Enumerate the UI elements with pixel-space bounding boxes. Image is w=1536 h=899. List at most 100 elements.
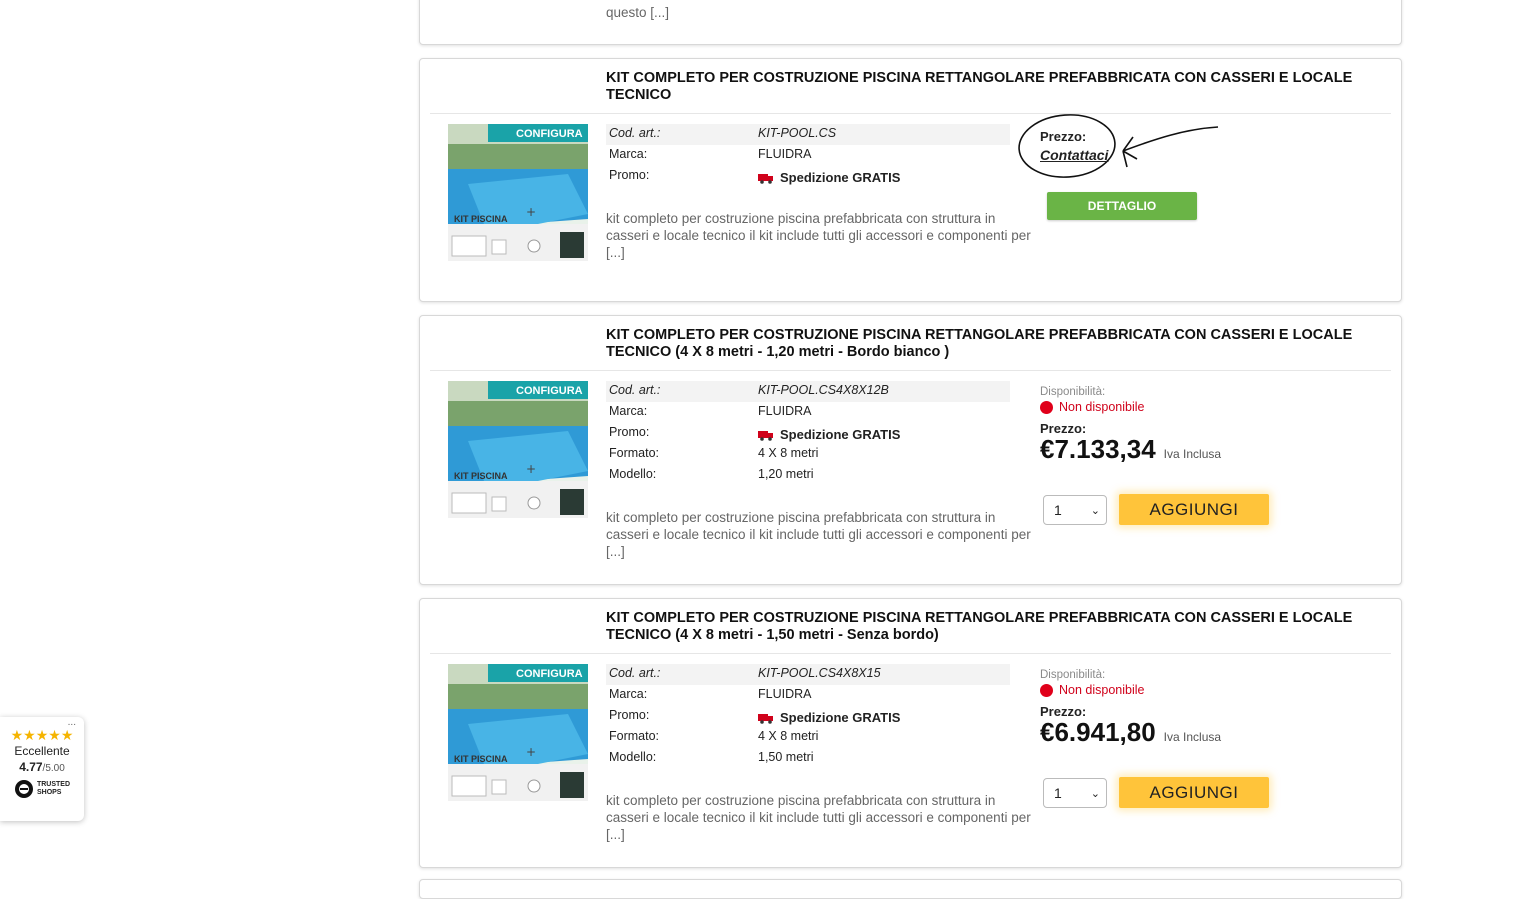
divider: [430, 653, 1391, 654]
spec-value-brand: FLUIDRA: [758, 404, 812, 418]
availability-text: Non disponibile: [1059, 683, 1145, 697]
availability-label: Disponibilità:: [1040, 386, 1106, 398]
spec-value-format: 4 X 8 metri: [758, 446, 819, 460]
trusted-shops-e-icon: [14, 780, 33, 798]
vat-label: Iva Inclusa: [1163, 447, 1222, 461]
spec-label-code: Cod. art.:: [609, 666, 661, 680]
price-block: Disponibilità: Non disponibile Prezzo: €…: [1040, 669, 1221, 748]
spec-value-brand: FLUIDRA: [758, 147, 812, 161]
contact-link[interactable]: Contattaci: [1040, 147, 1108, 163]
spec-label-promo: Promo:: [609, 425, 650, 439]
spec-row-code: Cod. art.: KIT-POOL.CS4X8X15: [606, 664, 1010, 685]
price-row: €6.941,80 Iva Inclusa: [1040, 717, 1221, 748]
spec-row-code: Cod. art.: KIT-POOL.CS4X8X12B: [606, 381, 1010, 402]
truck-icon: [758, 431, 773, 441]
vat-label: Iva Inclusa: [1163, 730, 1222, 744]
menu-dots-icon[interactable]: ...: [68, 717, 76, 728]
spec-row-brand: Marca: FLUIDRA: [606, 145, 1010, 166]
spec-label-brand: Marca:: [609, 147, 648, 161]
promo-text: Spedizione GRATIS: [780, 427, 901, 442]
spec-label-model: Modello:: [609, 467, 657, 481]
price-value: €6.941,80: [1040, 717, 1156, 747]
rating-stars-icon: ★★★★★: [10, 727, 74, 743]
product-title[interactable]: KIT COMPLETO PER COSTRUZIONE PISCINA RET…: [606, 327, 1386, 361]
unavailable-dot-icon: [1040, 400, 1053, 414]
kit-label: KIT PISCINA: [454, 754, 508, 764]
spec-value-format: 4 X 8 metri: [758, 729, 819, 743]
promo-value: Spedizione GRATIS: [758, 709, 900, 727]
product-description: questo [...]: [606, 5, 670, 20]
product-card-partial: questo [...]: [419, 0, 1402, 45]
availability-text: Non disponibile: [1059, 400, 1145, 414]
specs-table: Cod. art.: KIT-POOL.CS4X8X15 Marca: FLUI…: [606, 664, 1010, 769]
price-block: Disponibilità: Non disponibile Prezzo: €…: [1040, 386, 1221, 465]
spec-label-brand: Marca:: [609, 687, 648, 701]
spec-row-format: Formato: 4 X 8 metri: [606, 444, 1010, 465]
chevron-down-icon: ⌄: [1090, 787, 1100, 800]
spec-label-promo: Promo:: [609, 708, 650, 722]
chevron-down-icon: ⌄: [1090, 504, 1100, 517]
spec-label-format: Formato:: [609, 446, 660, 460]
product-title[interactable]: KIT COMPLETO PER COSTRUZIONE PISCINA RET…: [606, 610, 1386, 644]
divider: [430, 113, 1391, 114]
configura-label: CONFIGURA: [516, 668, 583, 680]
spec-row-promo: Promo: Spedizione GRATIS: [606, 706, 1010, 727]
spec-value-code: KIT-POOL.CS: [758, 126, 837, 140]
spec-row-model: Modello: 1,20 metri: [606, 465, 1010, 486]
configura-label: CONFIGURA: [516, 385, 583, 397]
rating-score: 4.77/5.00: [0, 760, 84, 774]
spec-row-brand: Marca: FLUIDRA: [606, 685, 1010, 706]
quantity-value: 1: [1054, 502, 1062, 518]
spec-row-promo: Promo: Spedizione GRATIS: [606, 423, 1010, 444]
product-image[interactable]: CONFIGURA KIT PISCINA +: [448, 664, 588, 801]
product-card: KIT COMPLETO PER COSTRUZIONE PISCINA RET…: [419, 598, 1402, 868]
product-card: KIT COMPLETO PER COSTRUZIONE PISCINA RET…: [419, 315, 1402, 585]
rating-score-value: 4.77: [19, 760, 43, 774]
spec-label-promo: Promo:: [609, 168, 650, 182]
quantity-select[interactable]: 1 ⌄: [1043, 778, 1107, 808]
price-row: €7.133,34 Iva Inclusa: [1040, 434, 1221, 465]
spec-label-format: Formato:: [609, 729, 660, 743]
product-title[interactable]: KIT COMPLETO PER COSTRUZIONE PISCINA RET…: [606, 70, 1386, 104]
svg-text:+: +: [526, 745, 536, 759]
truck-icon: [758, 714, 773, 724]
unavailable-dot-icon: [1040, 683, 1053, 697]
trusted-shops-line1: TRUSTED: [36, 781, 71, 788]
spec-value-model: 1,20 metri: [758, 467, 814, 481]
product-image[interactable]: CONFIGURA KIT PISCINA +: [448, 381, 588, 518]
spec-label-brand: Marca:: [609, 404, 648, 418]
product-description: kit completo per costruzione piscina pre…: [606, 793, 1031, 842]
promo-value: Spedizione GRATIS: [758, 169, 900, 187]
truck-icon: [758, 174, 773, 184]
spec-value-code: KIT-POOL.CS4X8X15: [758, 666, 881, 680]
add-to-cart-button[interactable]: AGGIUNGI: [1119, 777, 1269, 808]
price-label: Prezzo:: [1040, 129, 1087, 144]
availability-status: Non disponibile: [1040, 400, 1221, 414]
svg-text:+: +: [526, 205, 536, 219]
spec-row-code: Cod. art.: KIT-POOL.CS: [606, 124, 1010, 145]
spec-value-code: KIT-POOL.CS4X8X12B: [758, 383, 889, 397]
price-value: €7.133,34: [1040, 434, 1156, 464]
spec-label-code: Cod. art.:: [609, 383, 661, 397]
trusted-shops-line2: SHOPS: [36, 789, 62, 796]
add-to-cart-button[interactable]: AGGIUNGI: [1119, 494, 1269, 525]
spec-label-model: Modello:: [609, 750, 657, 764]
spec-value-model: 1,50 metri: [758, 750, 814, 764]
quantity-select[interactable]: 1 ⌄: [1043, 495, 1107, 525]
trusted-shops-logo: TRUSTED SHOPS: [0, 779, 84, 799]
product-image[interactable]: CONFIGURA KIT PISCINA +: [448, 124, 588, 261]
kit-label: KIT PISCINA: [454, 214, 508, 224]
spec-value-brand: FLUIDRA: [758, 687, 812, 701]
trusted-shops-badge[interactable]: ... ★★★★★ Eccellente 4.77/5.00 TRUSTED S…: [0, 717, 84, 821]
spec-label-code: Cod. art.:: [609, 126, 661, 140]
detail-button[interactable]: DETTAGLIO: [1047, 192, 1197, 220]
svg-text:+: +: [526, 462, 536, 476]
divider: [430, 370, 1391, 371]
spec-row-promo: Promo: Spedizione GRATIS: [606, 166, 1010, 187]
availability-status: Non disponibile: [1040, 683, 1221, 697]
spec-row-brand: Marca: FLUIDRA: [606, 402, 1010, 423]
configura-label: CONFIGURA: [516, 128, 583, 140]
quantity-value: 1: [1054, 785, 1062, 801]
specs-table: Cod. art.: KIT-POOL.CS4X8X12B Marca: FLU…: [606, 381, 1010, 486]
spec-row-model: Modello: 1,50 metri: [606, 748, 1010, 769]
